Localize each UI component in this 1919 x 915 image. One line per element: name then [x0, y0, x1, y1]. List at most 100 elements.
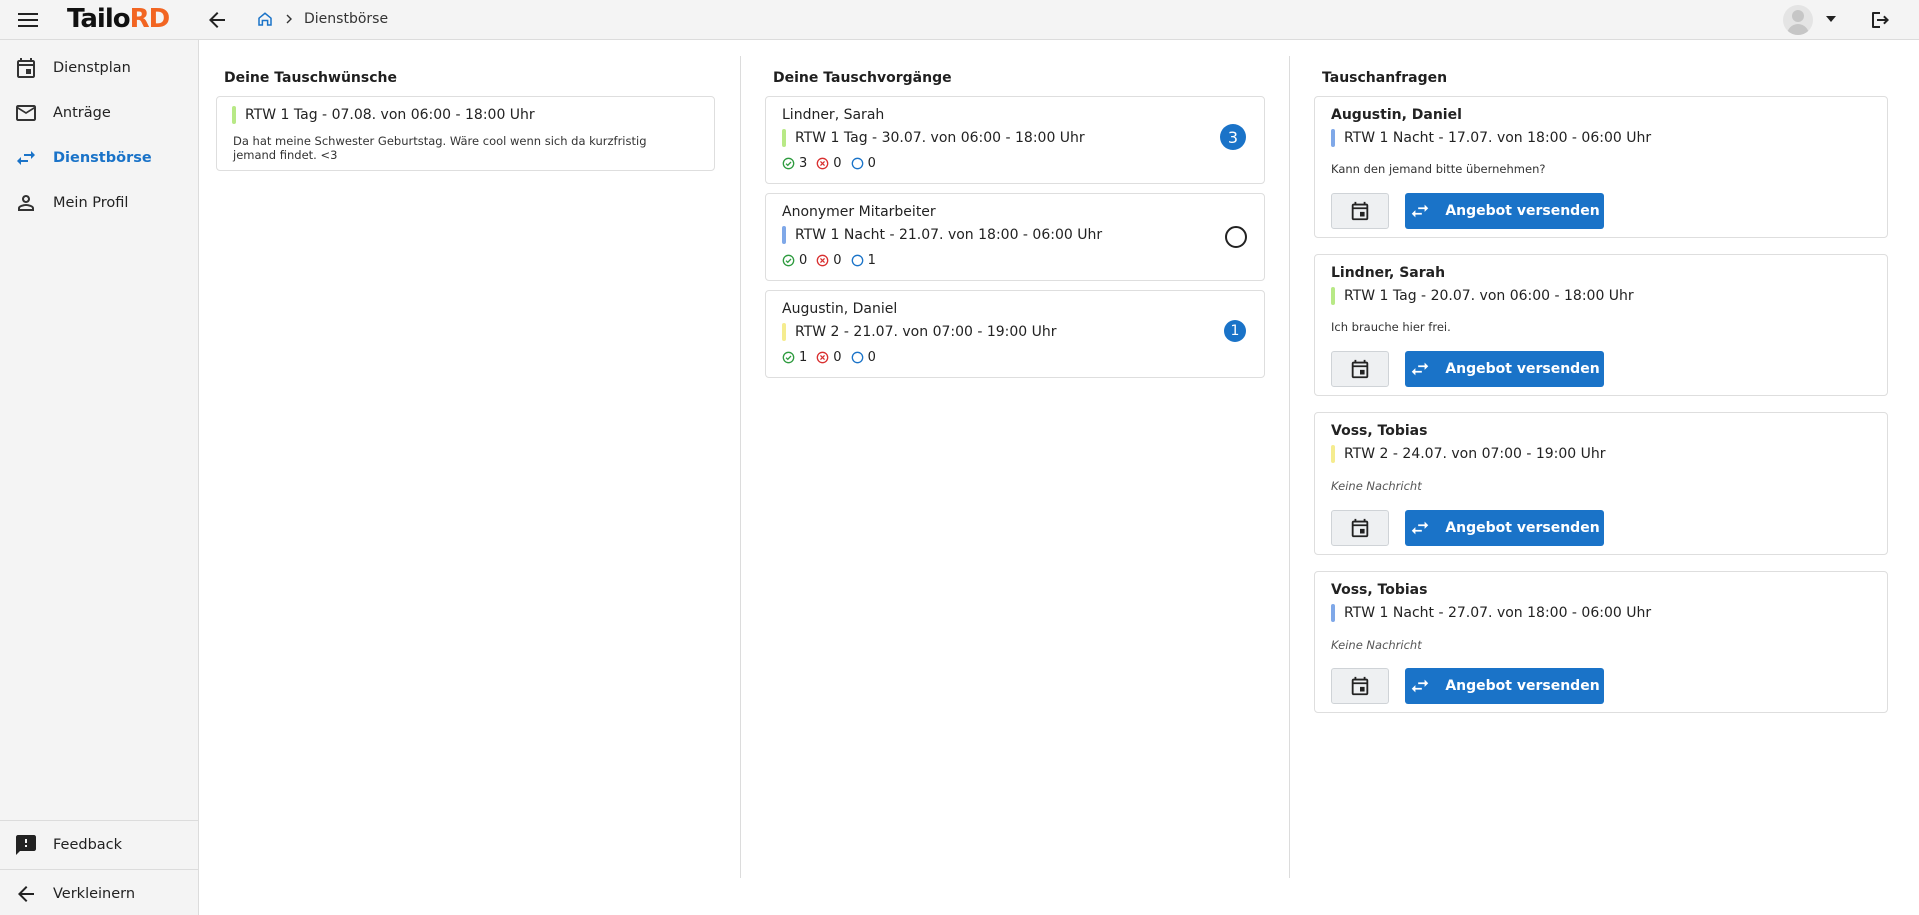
shift-label: RTW 1 Tag - 07.08. von 06:00 - 18:00 Uhr: [232, 106, 535, 124]
breadcrumb-current: Dienstbörse: [304, 11, 389, 27]
shift-label: RTW 1 Tag - 20.07. von 06:00 - 18:00 Uhr: [1331, 287, 1634, 305]
request-card: Voss, Tobias RTW 2 - 24.07. von 07:00 - …: [1314, 412, 1888, 555]
check-circle-icon: [782, 254, 795, 267]
check-circle-icon: [782, 351, 795, 364]
check-circle-icon: [782, 157, 795, 170]
calendar-button[interactable]: [1331, 510, 1389, 546]
sidebar-item-dienstplan[interactable]: Dienstplan: [0, 48, 199, 88]
cancel-circle-icon: [816, 351, 829, 364]
collapse-label: Verkleinern: [53, 886, 136, 902]
swap-icon: [1412, 679, 1429, 693]
shift-label: RTW 1 Tag - 30.07. von 06:00 - 18:00 Uhr: [782, 129, 1085, 147]
sidebar-item-label: Mein Profil: [53, 195, 129, 211]
request-message: Kann den jemand bitte übernehmen?: [1331, 162, 1546, 176]
cancel-circle-icon: [816, 254, 829, 267]
sidebar-divider: [0, 820, 199, 821]
app-logo[interactable]: TailoRD: [67, 4, 171, 34]
swap-icon: [1412, 204, 1429, 218]
process-card[interactable]: Augustin, Daniel RTW 2 - 21.07. von 07:0…: [765, 290, 1265, 378]
arrow-left-icon: [18, 886, 34, 902]
calendar-button[interactable]: [1331, 668, 1389, 704]
wish-card[interactable]: RTW 1 Tag - 07.08. von 06:00 - 18:00 Uhr…: [216, 96, 715, 171]
top-bar: TailoRD Dienstbörse: [0, 0, 1919, 40]
shift-color-bar: [782, 129, 786, 147]
send-offer-button[interactable]: Angebot versenden: [1405, 668, 1604, 704]
shift-color-bar: [232, 106, 236, 124]
send-offer-button[interactable]: Angebot versenden: [1405, 351, 1604, 387]
home-icon[interactable]: [256, 10, 274, 28]
menu-icon[interactable]: [16, 8, 40, 32]
open-circle-icon: [851, 351, 863, 364]
logo-text-rd: RD: [129, 4, 171, 34]
sidebar-item-profil[interactable]: Mein Profil: [0, 183, 199, 223]
calendar-icon: [1351, 676, 1369, 696]
shift-label: RTW 1 Nacht - 17.07. von 18:00 - 06:00 U…: [1331, 129, 1651, 147]
breadcrumb: Dienstbörse: [256, 10, 388, 28]
empty-status-circle: [1225, 226, 1247, 248]
shift-color-bar: [1331, 129, 1335, 147]
avatar[interactable]: [1783, 5, 1813, 35]
sidebar-item-antraege[interactable]: Anträge: [0, 93, 199, 133]
back-arrow-icon[interactable]: [205, 8, 229, 32]
chevron-down-icon[interactable]: [1826, 16, 1836, 22]
request-message: Keine Nachricht: [1331, 479, 1422, 493]
sidebar-item-label: Dienstbörse: [53, 150, 152, 166]
request-card: Lindner, Sarah RTW 1 Tag - 20.07. von 06…: [1314, 254, 1888, 396]
shift-label: RTW 2 - 21.07. von 07:00 - 19:00 Uhr: [782, 323, 1057, 341]
shift-text: RTW 1 Nacht - 17.07. von 18:00 - 06:00 U…: [1344, 130, 1652, 146]
person-icon: [18, 195, 34, 211]
calendar-icon: [1351, 201, 1369, 221]
sidebar-item-label: Anträge: [53, 105, 111, 121]
send-offer-label: Angebot versenden: [1445, 520, 1600, 536]
chevron-right-icon: [286, 14, 292, 24]
request-message: Ich brauche hier frei.: [1331, 320, 1451, 334]
shift-color-bar: [1331, 604, 1335, 622]
request-card: Augustin, Daniel RTW 1 Nacht - 17.07. vo…: [1314, 96, 1888, 238]
shift-text: RTW 1 Tag - 20.07. von 06:00 - 18:00 Uhr: [1344, 288, 1634, 304]
collapse-sidebar-button[interactable]: Verkleinern: [0, 874, 199, 914]
cancel-circle-icon: [816, 157, 829, 170]
wishes-title: Deine Tauschwünsche: [224, 70, 397, 86]
status-counts: 1 0 0: [782, 350, 885, 365]
shift-color-bar: [1331, 287, 1335, 305]
shift-label: RTW 1 Nacht - 27.07. von 18:00 - 06:00 U…: [1331, 604, 1651, 622]
open-count: 1: [867, 253, 876, 268]
shift-label: RTW 2 - 24.07. von 07:00 - 19:00 Uhr: [1331, 445, 1606, 463]
sidebar-item-dienstboerse[interactable]: Dienstbörse: [0, 138, 199, 178]
processes-title: Deine Tauschvorgänge: [773, 70, 952, 86]
wish-message: Da hat meine Schwester Geburtstag. Wäre …: [233, 134, 647, 162]
calendar-button[interactable]: [1331, 351, 1389, 387]
sidebar-item-label: Dienstplan: [53, 60, 131, 76]
person-name: Voss, Tobias: [1331, 582, 1428, 598]
calendar-button[interactable]: [1331, 193, 1389, 229]
mail-icon: [16, 105, 36, 121]
logout-icon[interactable]: [1868, 8, 1892, 32]
send-offer-button[interactable]: Angebot versenden: [1405, 193, 1604, 229]
logo-text-tailo: Tailo: [67, 4, 131, 34]
person-name: Anonymer Mitarbeiter: [782, 204, 936, 220]
open-count: 0: [867, 350, 876, 365]
person-name: Voss, Tobias: [1331, 423, 1428, 439]
notification-badge: 1: [1224, 320, 1246, 342]
calendar-icon: [1351, 518, 1369, 538]
send-offer-button[interactable]: Angebot versenden: [1405, 510, 1604, 546]
swap-icon: [1412, 362, 1429, 376]
swap-icon: [17, 151, 35, 165]
shift-text: RTW 1 Tag - 30.07. von 06:00 - 18:00 Uhr: [795, 130, 1085, 146]
feedback-button[interactable]: Feedback: [0, 825, 199, 865]
shift-text: RTW 1 Nacht - 27.07. von 18:00 - 06:00 U…: [1344, 605, 1652, 621]
open-circle-icon: [851, 254, 863, 267]
notification-badge: 3: [1220, 124, 1246, 150]
status-counts: 0 0 1: [782, 253, 885, 268]
calendar-icon: [17, 58, 35, 78]
shift-text: RTW 2 - 21.07. von 07:00 - 19:00 Uhr: [795, 324, 1057, 340]
person-name: Lindner, Sarah: [1331, 265, 1446, 281]
person-name: Lindner, Sarah: [782, 107, 885, 123]
process-card[interactable]: Anonymer Mitarbeiter RTW 1 Nacht - 21.07…: [765, 193, 1265, 281]
declined-count: 0: [833, 253, 842, 268]
open-circle-icon: [851, 157, 863, 170]
declined-count: 0: [833, 350, 842, 365]
status-counts: 3 0 0: [782, 156, 885, 171]
shift-text: RTW 2 - 24.07. von 07:00 - 19:00 Uhr: [1344, 446, 1606, 462]
process-card[interactable]: Lindner, Sarah RTW 1 Tag - 30.07. von 06…: [765, 96, 1265, 184]
